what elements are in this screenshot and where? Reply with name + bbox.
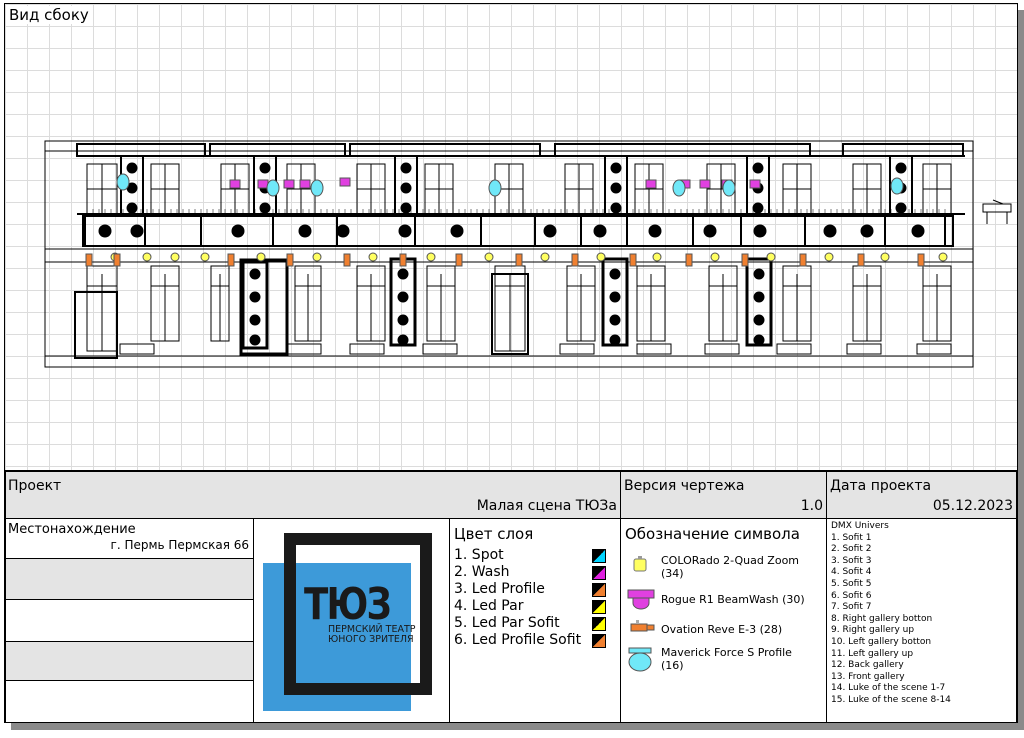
layer-colors-title: Цвет слоя <box>454 525 534 543</box>
symbol-legend-cell: Обозначение символа COLORado 2-Quad Zoom… <box>620 518 827 722</box>
dmx-item: 4. Sofit 4 <box>831 567 872 578</box>
symbol-item: COLORado 2-Quad Zoom (34) <box>625 553 811 581</box>
layer-list: 1. Spot 2. Wash 3. Led Profile 4. Led Par 5.… <box>454 547 606 649</box>
layer-color-swatch <box>592 634 606 648</box>
layer-color-swatch <box>592 600 606 614</box>
dmx-item: 2. Sofit 2 <box>831 544 872 555</box>
layer-colors-cell: Цвет слоя 1. Spot 2. Wash 3. Led Profile 4.… <box>449 518 621 722</box>
layer-item: 5. Led Par Sofit <box>454 615 606 632</box>
layer-label: 1. Spot <box>454 547 504 563</box>
blank-row-3 <box>5 641 254 681</box>
symbol-legend-title: Обозначение символа <box>625 525 800 543</box>
symbol-label: COLORado 2-Quad Zoom (34) <box>661 554 800 580</box>
version-value: 1.0 <box>800 498 823 514</box>
layer-label: 4. Led Par <box>454 598 524 614</box>
location-cell: Местонахождение г. Пермь Пермская 66 <box>5 518 254 559</box>
layer-item: 2. Wash <box>454 564 606 581</box>
layer-item: 3. Led Profile <box>454 581 606 598</box>
view-title: Вид сбоку <box>7 6 91 24</box>
layer-item: 6. Led Profile Sofit <box>454 632 606 649</box>
layer-label: 6. Led Profile Sofit <box>454 632 582 648</box>
layer-item: 1. Spot <box>454 547 606 564</box>
symbol-label: Maverick Force S Profile (16) <box>661 646 792 672</box>
version-label: Версия чертежа <box>624 478 745 494</box>
symbol-item: Rogue R1 BeamWash (30) <box>625 585 811 613</box>
dmx-title: DMX Univers <box>831 521 889 531</box>
project-cell: Проект Малая сцена ТЮЗа <box>5 471 621 519</box>
dmx-cell: DMX Univers 1. Sofit 1 2. Sofit 2 3. Sofit… <box>826 518 1017 722</box>
blank-row-1 <box>5 558 254 600</box>
side-view-elevation <box>44 140 1012 368</box>
dmx-item: 14. Luke of the scene 1-7 <box>831 683 946 694</box>
dmx-item: 13. Front gallery <box>831 671 905 682</box>
dmx-item: 5. Sofit 5 <box>831 578 872 589</box>
led-par-icon <box>633 556 647 572</box>
project-label: Проект <box>8 478 62 494</box>
symbol-label: Rogue R1 BeamWash (30) <box>661 592 805 606</box>
dmx-item: 12. Back gallery <box>831 660 904 671</box>
version-cell: Версия чертежа 1.0 <box>620 471 827 519</box>
dmx-list: DMX Univers 1. Sofit 1 2. Sofit 2 3. Sofit… <box>831 521 951 707</box>
layer-color-swatch <box>592 549 606 563</box>
dmx-item: 6. Sofit 6 <box>831 590 872 601</box>
blank-row-4 <box>5 680 254 722</box>
dmx-item: 3. Sofit 3 <box>831 555 872 566</box>
spot-profile-icon <box>628 647 652 672</box>
layer-color-swatch <box>592 617 606 631</box>
dmx-item: 1. Sofit 1 <box>831 532 872 543</box>
logo-cell: ТЮЗ ПЕРМСКИЙ ТЕАТР ЮНОГО ЗРИТЕЛЯ <box>253 518 450 722</box>
blank-row-2 <box>5 599 254 642</box>
symbol-item: Ovation Reve E-3 (28) <box>625 615 811 643</box>
layer-label: 3. Led Profile <box>454 581 545 597</box>
logo-text: ТЮЗ <box>304 579 392 630</box>
location-label: Местонахождение <box>8 522 136 537</box>
symbol-label: Ovation Reve E-3 (28) <box>661 622 783 636</box>
beamwash-icon <box>627 589 655 610</box>
dmx-item: 10. Left gallery botton <box>831 636 932 647</box>
logo-subtitle-line2: ЮНОГО ЗРИТЕЛЯ <box>328 634 414 645</box>
dmx-item: 11. Left gallery up <box>831 648 914 659</box>
date-value: 05.12.2023 <box>932 498 1013 514</box>
layer-color-swatch <box>592 566 606 580</box>
date-label: Дата проекта <box>830 478 932 494</box>
layer-item: 4. Led Par <box>454 598 606 615</box>
layer-label: 5. Led Par Sofit <box>454 615 560 631</box>
dmx-item: 9. Right gallery up <box>831 625 915 636</box>
layer-label: 2. Wash <box>454 564 510 580</box>
logo-subtitle: ПЕРМСКИЙ ТЕАТР ЮНОГО ЗРИТЕЛЯ <box>328 625 416 645</box>
date-cell: Дата проекта 05.12.2023 <box>826 471 1017 519</box>
title-block: Проект Малая сцена ТЮЗа Версия чертежа 1… <box>5 470 1017 722</box>
dmx-item: 8. Right gallery botton <box>831 613 933 624</box>
dmx-item: 7. Sofit 7 <box>831 602 872 613</box>
symbol-item: Maverick Force S Profile (16) <box>625 645 811 673</box>
led-profile-icon <box>630 620 655 632</box>
project-value: Малая сцена ТЮЗа <box>476 498 617 514</box>
layer-color-swatch <box>592 583 606 597</box>
dmx-item: 15. Luke of the scene 8-14 <box>831 694 951 705</box>
drawing-sheet: Вид сбоку Проект Малая сцена ТЮЗа Версия… <box>4 3 1018 723</box>
location-value: г. Пермь Пермская 66 <box>110 538 249 552</box>
